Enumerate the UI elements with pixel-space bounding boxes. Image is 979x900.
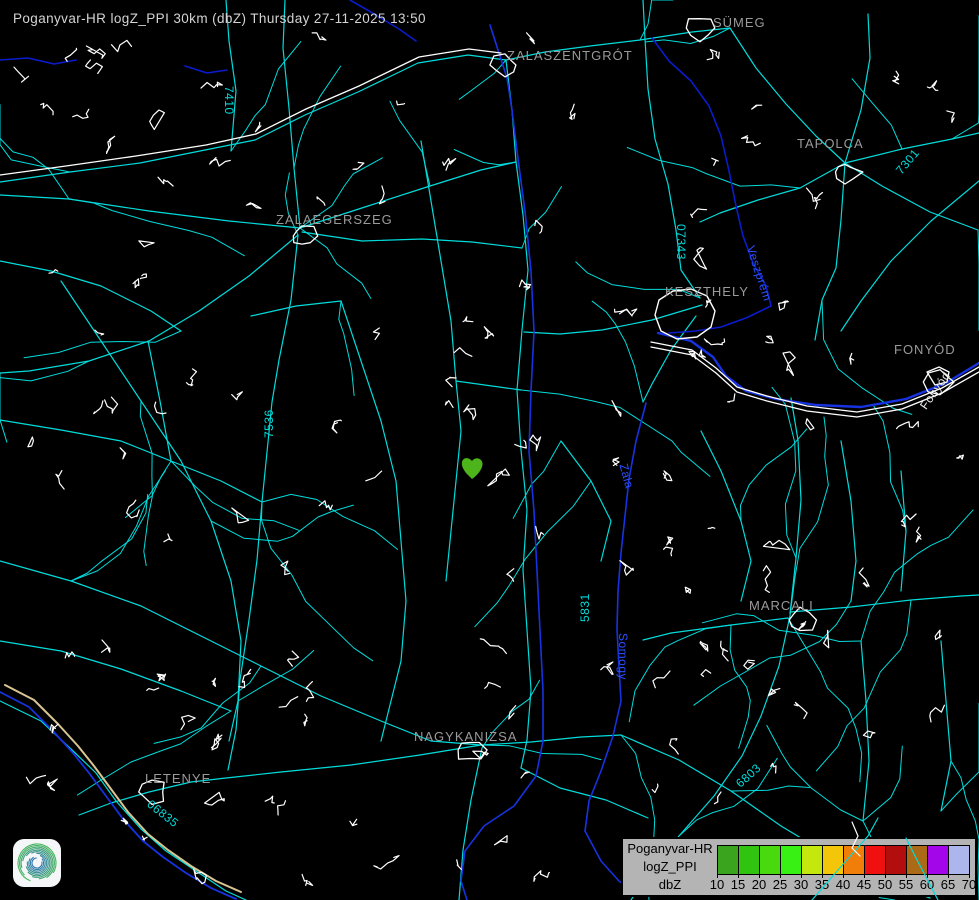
legend-swatch <box>781 846 802 874</box>
direction-label: Zala <box>616 462 636 490</box>
city-label: MARCALI <box>749 598 814 613</box>
legend-tick-value: 65 <box>941 877 955 892</box>
road-number-label: 6803 <box>733 761 764 791</box>
legend-tick-value: 45 <box>857 877 871 892</box>
legend-swatch <box>760 846 781 874</box>
city-label: NAGYKANIZSA <box>414 729 517 744</box>
weather-service-logo <box>13 839 61 887</box>
road-number-label: 7301 <box>893 146 922 177</box>
legend-caption-line: logZ_PPI <box>623 858 717 876</box>
legend-tick-value: 25 <box>773 877 787 892</box>
legend-caption: Poganyvar-HRlogZ_PPIdbZ <box>623 840 717 894</box>
legend-tick-value: 60 <box>920 877 934 892</box>
legend-tick-value: 20 <box>752 877 766 892</box>
legend-tick-value: 10 <box>710 877 724 892</box>
direction-label: Somogy <box>616 633 630 680</box>
road-number-label: 07343 <box>674 224 688 260</box>
legend-tick-value: 30 <box>794 877 808 892</box>
legend-caption-line: dbZ <box>623 876 717 894</box>
legend-tick-value: 55 <box>899 877 913 892</box>
map-labels-layer: SÜMEG ZALASZENTGRÓT TAPOLCA ZALAEGERSZEG KES… <box>0 0 979 900</box>
dbz-legend: Poganyvar-HRlogZ_PPIdbZ 10 15 20 25 30 35 40 45… <box>621 837 977 897</box>
legend-swatch <box>823 846 844 874</box>
road-number-label: 06835 <box>144 797 181 830</box>
legend-swatch <box>949 846 969 874</box>
legend-swatch <box>739 846 760 874</box>
legend-tick-value: 50 <box>878 877 892 892</box>
road-number-label: 5831 <box>578 593 592 622</box>
legend-swatch <box>928 846 949 874</box>
legend-swatch <box>802 846 823 874</box>
radar-viewer: Poganyvar-HR logZ_PPI 30km (dbZ) Thursda… <box>0 0 979 900</box>
city-label: LETENYE <box>145 771 211 786</box>
legend-caption-line: Poganyvar-HR <box>623 840 717 858</box>
city-label: SÜMEG <box>713 15 766 30</box>
road-number-label: 7410 <box>222 86 236 115</box>
legend-tick-value: 70 <box>962 877 976 892</box>
road-number-label: 7536 <box>262 409 276 438</box>
city-label: TAPOLCA <box>797 136 864 151</box>
legend-swatch <box>844 846 865 874</box>
legend-swatch <box>907 846 928 874</box>
legend-swatch <box>718 846 739 874</box>
legend-swatch <box>865 846 886 874</box>
radar-title: Poganyvar-HR logZ_PPI 30km (dbZ) Thursda… <box>13 11 426 26</box>
legend-swatch <box>886 846 907 874</box>
legend-colorbar <box>717 845 970 875</box>
legend-tick-value: 15 <box>731 877 745 892</box>
legend-tick-value: 40 <box>836 877 850 892</box>
spiral-icon <box>13 839 61 887</box>
railway-label: Fonyód <box>917 369 953 412</box>
city-label: FONYÓD <box>894 342 956 357</box>
city-label: KESZTHELY <box>665 284 749 299</box>
city-label: ZALASZENTGRÓT <box>507 48 633 63</box>
city-label: ZALAEGERSZEG <box>276 212 393 227</box>
legend-tick-value: 35 <box>815 877 829 892</box>
